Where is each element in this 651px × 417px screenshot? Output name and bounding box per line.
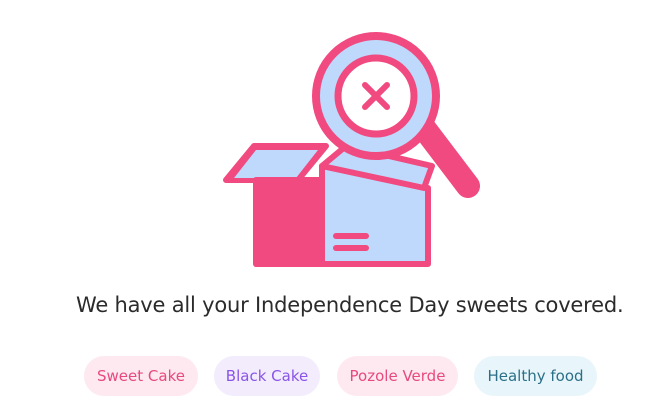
tag-black-cake[interactable]: Black Cake	[214, 356, 320, 396]
empty-state: We have all your Independence Day sweets…	[0, 0, 651, 417]
tag-healthy-food[interactable]: Healthy food	[474, 356, 597, 396]
empty-box-with-magnifier-x-icon	[223, 32, 480, 267]
tag-sweet-cake[interactable]: Sweet Cake	[84, 356, 198, 396]
tag-pozole-verde[interactable]: Pozole Verde	[337, 356, 458, 396]
suggestion-tags: Sweet Cake Black Cake Pozole Verde Healt…	[0, 356, 651, 398]
empty-state-headline: We have all your Independence Day sweets…	[76, 293, 624, 317]
